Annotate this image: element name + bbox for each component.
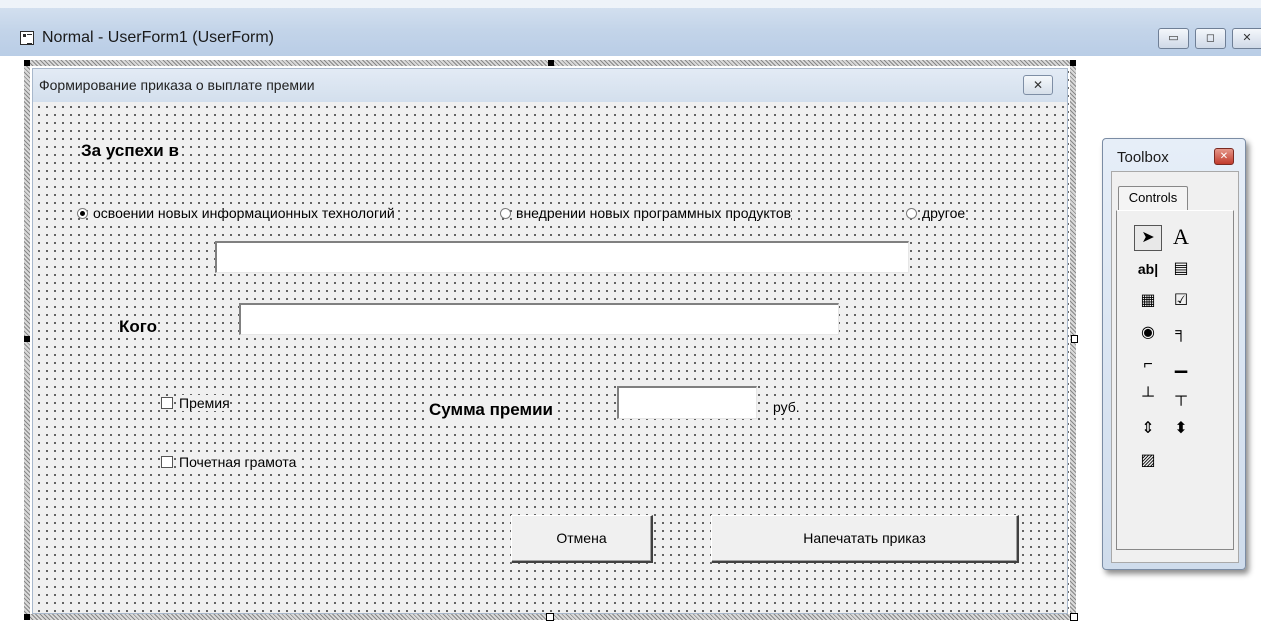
resize-handle-bottom-right[interactable] <box>1070 613 1078 621</box>
tabstrip-tool-icon[interactable]: ┴ <box>1134 385 1162 411</box>
toolbox-body: Controls ➤ A ab| ▤ ▦ ☑ ◉ ╕ ⌐ ▁ ┴ ┬ ⇕ ⬍ ▨ <box>1111 171 1239 563</box>
userform-titlebar: Формирование приказа о выплате премии ✕ <box>33 69 1067 102</box>
minimize-button[interactable]: ▭ <box>1158 28 1189 49</box>
toggle-button-tool-icon[interactable]: ╕ <box>1167 321 1195 347</box>
multipage-tool-icon[interactable]: ┬ <box>1167 385 1195 411</box>
resize-handle-top-left[interactable] <box>24 60 30 66</box>
resize-handle-bottom[interactable] <box>546 613 554 621</box>
combobox-tool-icon[interactable]: ▤ <box>1167 257 1195 283</box>
resize-handle-top[interactable] <box>548 60 554 66</box>
toolbox-window[interactable]: Toolbox ✕ Controls ➤ A ab| ▤ ▦ ☑ ◉ ╕ ⌐ ▁… <box>1102 138 1246 570</box>
currency-label[interactable]: руб. <box>773 399 800 415</box>
titlebar-highlight <box>0 0 1261 8</box>
restore-button[interactable]: ◻ <box>1195 28 1226 49</box>
frame-tool-icon[interactable]: ⌐ <box>1134 353 1162 379</box>
resize-handle-right[interactable] <box>1071 335 1078 343</box>
other-textbox[interactable] <box>215 241 909 273</box>
amount-label[interactable]: Сумма премии <box>429 400 553 420</box>
success-label[interactable]: За успехи в <box>81 141 179 161</box>
select-objects-icon[interactable]: ➤ <box>1134 225 1162 251</box>
scrollbar-tool-icon[interactable]: ⇕ <box>1134 417 1162 443</box>
textbox-tool-icon[interactable]: ab| <box>1134 257 1162 283</box>
bonus-checkbox-label[interactable]: Премия <box>179 395 230 411</box>
amount-textbox[interactable] <box>617 386 757 419</box>
designer-titlebar: Normal - UserForm1 (UserForm) ▭ ◻ ✕ <box>0 0 1261 56</box>
close-window-button[interactable]: ✕ <box>1232 28 1261 49</box>
listbox-tool-icon[interactable]: ▦ <box>1134 289 1162 315</box>
who-label[interactable]: Кого <box>119 317 158 337</box>
option-software-label[interactable]: внедрении новых программных продуктов <box>516 205 792 221</box>
command-button-tool-icon[interactable]: ▁ <box>1167 353 1195 379</box>
who-textbox[interactable] <box>239 303 839 335</box>
print-order-button[interactable]: Напечатать приказ <box>711 515 1019 563</box>
image-tool-icon[interactable]: ▨ <box>1134 449 1162 475</box>
label-tool-icon[interactable]: A <box>1167 225 1195 251</box>
option-it-radio[interactable] <box>77 208 88 219</box>
tab-controls[interactable]: Controls <box>1118 186 1188 210</box>
option-other-radio[interactable] <box>906 208 917 219</box>
option-button-tool-icon[interactable]: ◉ <box>1134 321 1162 347</box>
checkbox-tool-icon[interactable]: ☑ <box>1167 289 1195 315</box>
userform-close-button[interactable]: ✕ <box>1023 75 1053 95</box>
bonus-checkbox[interactable] <box>161 397 173 409</box>
userform[interactable]: Формирование приказа о выплате премии ✕ … <box>32 68 1068 614</box>
option-software-radio[interactable] <box>500 208 511 219</box>
diploma-checkbox[interactable] <box>161 456 173 468</box>
controls-page: ➤ A ab| ▤ ▦ ☑ ◉ ╕ ⌐ ▁ ┴ ┬ ⇕ ⬍ ▨ <box>1116 210 1234 550</box>
designer-window-title: Normal - UserForm1 (UserForm) <box>42 29 274 46</box>
resize-handle-left[interactable] <box>24 336 30 342</box>
toolbox-close-button[interactable]: ✕ <box>1214 148 1234 165</box>
resize-handle-top-right[interactable] <box>1070 60 1076 66</box>
userform-title: Формирование приказа о выплате премии <box>39 77 315 93</box>
userform-window-icon <box>20 31 34 45</box>
diploma-checkbox-label[interactable]: Почетная грамота <box>179 454 297 470</box>
option-it-label[interactable]: освоении новых информационных технологий <box>93 205 395 221</box>
cancel-button[interactable]: Отмена <box>511 515 653 563</box>
spinbutton-tool-icon[interactable]: ⬍ <box>1167 417 1195 443</box>
toolbox-title: Toolbox <box>1117 149 1169 166</box>
resize-handle-bottom-left[interactable] <box>24 614 30 620</box>
option-other-label[interactable]: другое <box>922 205 966 221</box>
